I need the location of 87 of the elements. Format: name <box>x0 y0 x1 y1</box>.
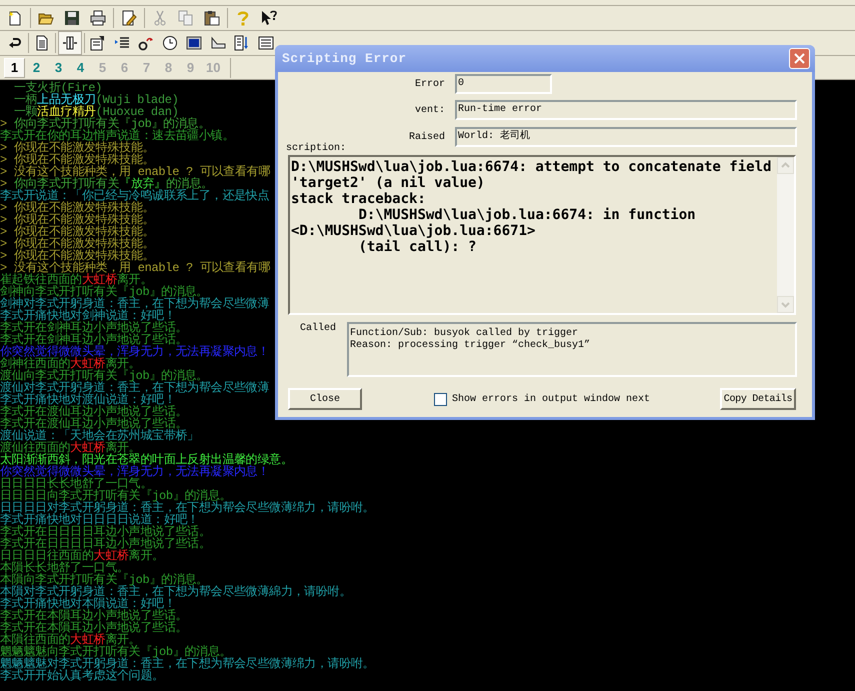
output-line: > 你现在不能激发特殊技能。 <box>0 154 154 166</box>
value-field[interactable]: World: 老司机 <box>455 127 797 147</box>
close-icon <box>794 53 805 64</box>
output-line: > 你现在不能激发特殊技能。 <box>0 226 154 238</box>
sort-list-icon[interactable] <box>234 35 250 51</box>
value-field[interactable]: 0 <box>455 74 552 94</box>
output-line: > 你现在不能激发特殊技能。 <box>0 214 154 226</box>
output-line: 渡仙向李式开打听有关『job』的消息。 <box>0 370 208 382</box>
output-line: 魍魉魑魅向李式开打听有关『job』的消息。 <box>0 646 232 658</box>
output-line: 崔起铁往西面的大虹桥离开。 <box>0 274 152 286</box>
window-icon[interactable] <box>186 35 202 51</box>
close-button[interactable] <box>789 48 810 69</box>
output-line: 李式开痛快地对本隕说道：好吧！ <box>0 598 176 610</box>
return-arrow-icon[interactable] <box>7 35 23 51</box>
output-line: 李式开在剑神耳边小声地说了些话。 <box>0 334 188 346</box>
output-line: 李式开在本隕耳边小声地说了些话。 <box>0 622 188 634</box>
output-line: 本隕长长地舒了一口气。 <box>0 562 129 574</box>
window-title: Scripting Error <box>282 50 407 68</box>
paste-icon[interactable] <box>204 10 220 26</box>
columns-icon[interactable] <box>62 35 78 51</box>
output-line: 渡仙对李式开躬身道：香主，在下想为帮会尽些微薄 <box>0 382 270 394</box>
output-line: 日日日日往西面的大虹桥离开。 <box>0 550 164 562</box>
output-line: 李式开在渡仙耳边小声地说了些话。 <box>0 406 188 418</box>
output-line: > 你现在不能激发特殊技能。 <box>0 202 154 214</box>
output-line: > 你现在不能激发特殊技能。 <box>0 142 154 154</box>
output-line: 魍魉魑魅对李式开躬身道：香主，在下想为帮会尽些微薄绵力，请吩咐。 <box>0 658 374 670</box>
value-field[interactable]: Run-time error <box>455 100 797 120</box>
output-line: 日日日日向李式开打听有关『job』的消息。 <box>0 490 232 502</box>
output-line: 日日日日对李式开躬身道：香主，在下想为帮会尽些微薄绵力，请吩咐。 <box>0 502 374 514</box>
description-text-area[interactable]: D:\MUSHSwd\lua\job.lua:6674: attempt to concatenate field 'target2' (a nil value) stack traceback: D:\MUSHSwd\lua\job.lua:6674: in function <D:\MUSHSwd\lua\job.lua:6671> (tail call): ? <box>288 155 796 315</box>
copy-details-button[interactable]: Copy Details <box>720 388 796 410</box>
close-text-button[interactable]: Close <box>288 388 362 410</box>
output-line: 一柄上品无极刀(Wuji blade) <box>12 94 179 106</box>
output-line: 李式开痛快地对渡仙说道：好吧！ <box>0 394 176 406</box>
save-icon[interactable] <box>64 10 80 26</box>
output-line: > 你向李式开打听有关『job』的消息。 <box>0 118 210 130</box>
output-line: 太阳渐渐西斜，阳光在苍翠的叶面上反射出温馨的绿意。 <box>0 454 293 466</box>
description-label: scription: <box>286 143 348 154</box>
output-line: 渡仙往西面的大虹桥离开。 <box>0 442 140 454</box>
output-line: 一颗活血疗精丹(Huoxue dan) <box>12 106 179 118</box>
output-line: 李式开在渡仙耳边小声地说了些话。 <box>0 418 188 430</box>
output-line: 本隕对李式开躬身道：香主，在下想为帮会尽些微薄綿力，请吩咐。 <box>0 586 352 598</box>
field-label: Raised <box>408 130 445 144</box>
output-line: 一支火折(Fire) <box>12 82 102 94</box>
output-line: 李式开在剑神耳边小声地说了些话。 <box>0 322 188 334</box>
field-label: Error <box>414 78 445 92</box>
output-line: 渡仙说道：「天地会在苏州城宝带桥」 <box>0 430 199 442</box>
called-field[interactable]: Function/Sub: busyok called by trigger Reason: processing trigger “check_busy1” <box>347 322 797 377</box>
output-line: 剑神向李式开打听有关『job』的消息。 <box>0 286 208 298</box>
output-line: 李式开在日日日日耳边小声地说了些话。 <box>0 526 211 538</box>
output-line: 李式开说道：「你已经与冷鸣诚联系上了，还是快点 <box>0 190 270 202</box>
output-line: 李式开痛快地对日日日日说道：好吧！ <box>0 514 199 526</box>
output-line: > 没有这个技能种类，用 enable ? 可以查看有哪 <box>0 262 270 274</box>
list-icon[interactable] <box>258 35 274 51</box>
output-line: 剑神往西面的大虹桥离开。 <box>0 358 140 370</box>
output-line: 剑神对李式开躬身道：香主，在下想为帮会尽些微薄 <box>0 298 270 310</box>
context-help-icon[interactable] <box>261 10 277 26</box>
world-tab[interactable]: 3 <box>48 58 69 78</box>
output-line: 日日日日长长地舒了一口气。 <box>0 478 152 490</box>
checkbox[interactable] <box>434 392 447 406</box>
indent-icon[interactable] <box>114 35 130 51</box>
print-icon[interactable] <box>90 10 106 26</box>
clock-icon[interactable] <box>162 35 178 51</box>
output-line: 李式开在日日日日耳边小声地说了些话。 <box>0 538 211 550</box>
called-label: Called <box>300 323 338 335</box>
checkbox-label[interactable]: Show errors in output window next <box>452 392 650 406</box>
world-tab[interactable]: 4 <box>70 58 91 78</box>
output-line: > 你现在不能激发特殊技能。 <box>0 238 154 250</box>
output-line: 李式开在你的耳边悄声说道：速去苗疆小镇。 <box>0 130 234 142</box>
edit-page-icon[interactable] <box>121 10 137 26</box>
output-line: 你突然觉得微微头晕，浑身无力，无法再凝聚内息！ <box>0 346 270 358</box>
output-line: 李式开开始认真考虑这个问题。 <box>0 670 164 682</box>
output-line: 李式开痛快地对剑神说道：好吧！ <box>0 310 176 322</box>
output-line: > 你现在不能激发特殊技能。 <box>0 250 154 262</box>
output-line: 本隕往西面的大虹桥离开。 <box>0 634 140 646</box>
world-tab[interactable]: 2 <box>26 58 47 78</box>
output-line: 本隕向李式开打听有关『job』的消息。 <box>0 574 208 586</box>
rotate-arrow-icon[interactable] <box>138 35 154 51</box>
output-line: 你突然觉得微微头晕，浑身无力，无法再凝聚内息！ <box>0 466 270 478</box>
world-tab[interactable]: 1 <box>4 58 25 78</box>
new-file-icon[interactable] <box>7 10 23 26</box>
output-line: > 没有这个技能种类，用 enable ? 可以查看有哪 <box>0 166 270 178</box>
properties-icon[interactable] <box>90 35 106 51</box>
field-label: vent: <box>414 104 445 118</box>
output-line: > 你向李式开打听有关『放弃』的消息。 <box>0 178 213 190</box>
output-line: 李式开在本隕耳边小声地说了些话。 <box>0 610 188 622</box>
document-icon[interactable] <box>34 35 50 51</box>
